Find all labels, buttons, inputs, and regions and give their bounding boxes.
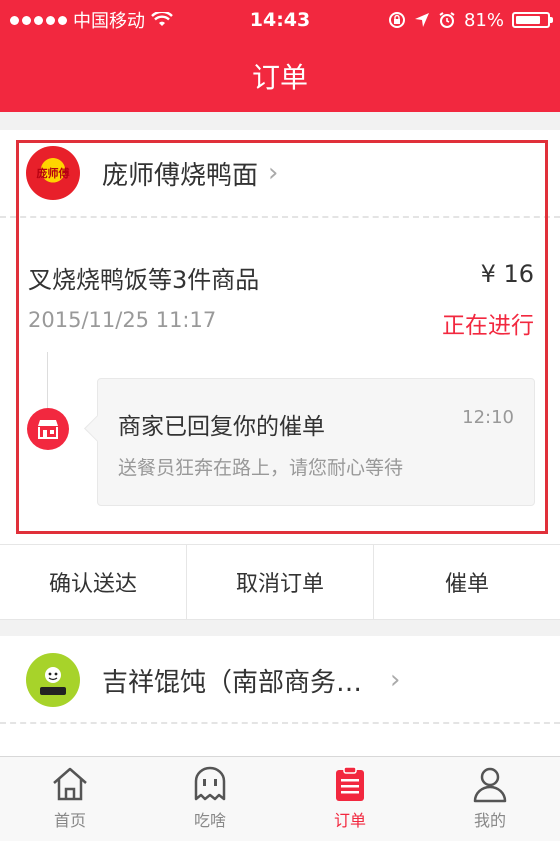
shop-header[interactable]: 吉祥馄饨（南部商务… › xyxy=(26,652,400,708)
shop-name: 吉祥馄饨（南部商务… xyxy=(102,667,363,698)
shop-logo xyxy=(26,653,80,707)
rotation-lock-icon xyxy=(388,12,405,28)
tab-bar: 首页 吃啥 订单 我的 xyxy=(0,756,560,841)
page-title: 订单 xyxy=(251,61,308,94)
signal-strength-icon xyxy=(10,15,67,25)
tab-label: 吃啥 xyxy=(193,811,226,830)
battery-level-fill xyxy=(516,16,540,24)
nav-bar: 订单 xyxy=(0,40,560,112)
confirm-delivery-button[interactable]: 确认送达 xyxy=(0,545,187,619)
user-icon xyxy=(473,767,507,803)
tab-label: 我的 xyxy=(473,811,506,830)
urge-order-button[interactable]: 催单 xyxy=(374,545,560,619)
shop-logo-figure xyxy=(40,667,66,695)
status-bar: 中国移动 14:43 81% xyxy=(0,0,560,40)
carrier-label: 中国移动 xyxy=(73,11,145,32)
divider xyxy=(0,722,560,724)
order-actions: 确认送达 取消订单 催单 xyxy=(0,544,560,620)
alarm-clock-icon xyxy=(439,12,455,28)
tab-label: 订单 xyxy=(333,811,366,830)
battery-percentage: 81% xyxy=(463,9,504,31)
tab-profile[interactable]: 我的 xyxy=(420,757,560,841)
order-list-icon xyxy=(336,766,364,801)
highlight-frame xyxy=(16,140,548,534)
chevron-right-icon: › xyxy=(390,665,401,695)
status-bar-right: 81% xyxy=(388,9,553,31)
ghost-icon xyxy=(194,766,226,801)
tab-eat[interactable]: 吃啥 xyxy=(140,757,280,841)
tab-home[interactable]: 首页 xyxy=(0,757,140,841)
battery-icon xyxy=(512,12,553,28)
wifi-icon xyxy=(151,12,173,26)
tab-label: 首页 xyxy=(53,811,86,830)
cancel-order-button[interactable]: 取消订单 xyxy=(187,545,374,619)
location-arrow-icon xyxy=(414,13,429,27)
status-bar-left: 中国移动 xyxy=(10,7,173,33)
home-icon xyxy=(53,767,87,801)
tab-orders[interactable]: 订单 xyxy=(280,757,420,841)
